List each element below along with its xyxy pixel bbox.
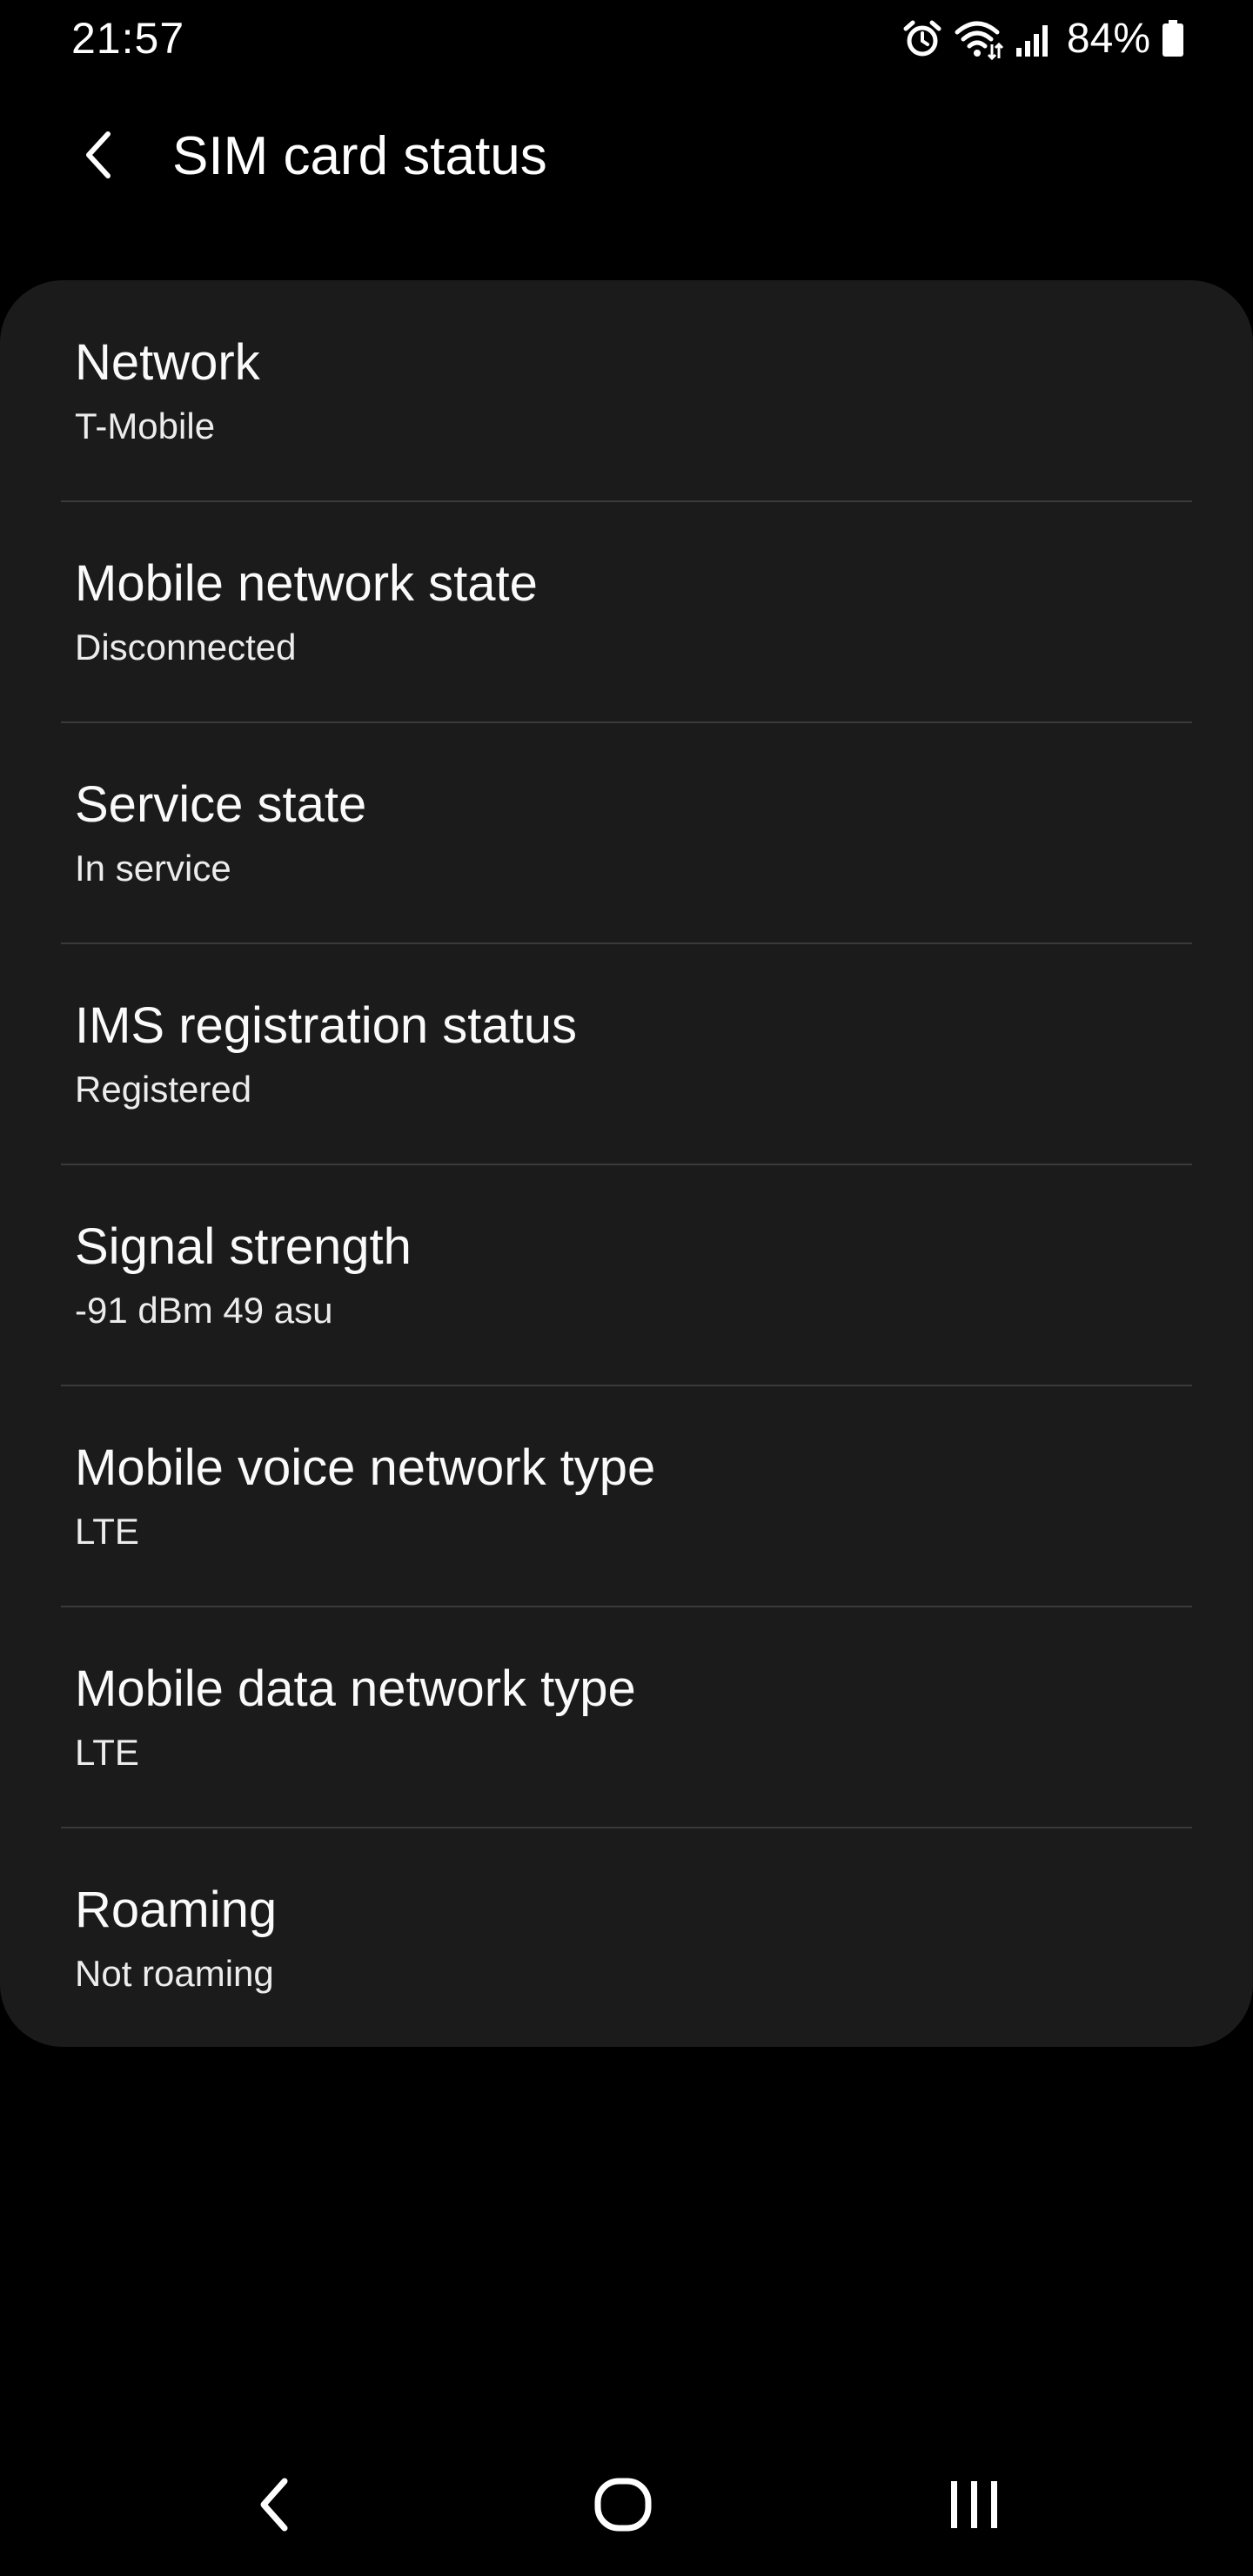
sim-status-list: Network T-Mobile Mobile network state Di… — [0, 280, 1253, 2047]
battery-percent: 84% — [1066, 16, 1150, 62]
list-item-signal-strength[interactable]: Signal strength -91 dBm 49 asu — [0, 1164, 1253, 1385]
item-title: Mobile data network type — [75, 1660, 636, 1717]
item-title: Network — [75, 334, 260, 391]
navigation-bar — [0, 2437, 1253, 2576]
wifi-icon — [954, 18, 1004, 60]
item-value: -91 dBm 49 asu — [75, 1290, 333, 1331]
item-value: T-Mobile — [75, 406, 216, 446]
item-value: LTE — [75, 1511, 139, 1552]
status-bar: 21:57 84% — [0, 0, 1253, 78]
item-title: Service state — [75, 776, 367, 833]
list-item-mobile-data-network-type[interactable]: Mobile data network type LTE — [0, 1607, 1253, 1828]
item-title: Signal strength — [75, 1218, 412, 1275]
signal-icon — [1015, 18, 1053, 60]
recents-icon — [944, 2474, 1005, 2539]
list-item-service-state[interactable]: Service state In service — [0, 722, 1253, 943]
item-title: IMS registration status — [75, 997, 577, 1054]
list-item-mobile-voice-network-type[interactable]: Mobile voice network type LTE — [0, 1385, 1253, 1607]
item-title: Roaming — [75, 1882, 278, 1938]
list-item-roaming[interactable]: Roaming Not roaming — [0, 1828, 1253, 2047]
back-button[interactable] — [63, 122, 132, 191]
page-title: SIM card status — [172, 126, 547, 186]
item-value: In service — [75, 848, 231, 889]
app-header: SIM card status — [0, 104, 1253, 218]
status-time: 21:57 — [71, 14, 185, 63]
item-title: Mobile voice network type — [75, 1439, 656, 1496]
alarm-icon — [901, 18, 943, 60]
chevron-left-icon — [78, 129, 117, 185]
item-value: Not roaming — [75, 1953, 274, 1994]
status-icons: 84% — [901, 10, 1185, 68]
list-item-ims-registration-status[interactable]: IMS registration status Registered — [0, 943, 1253, 1164]
back-icon — [251, 2474, 295, 2539]
item-title: Mobile network state — [75, 555, 538, 612]
battery-icon — [1161, 18, 1185, 60]
nav-home-button[interactable] — [571, 2463, 675, 2550]
nav-recents-button[interactable] — [922, 2463, 1027, 2550]
item-value: Registered — [75, 1069, 252, 1110]
list-item-network[interactable]: Network T-Mobile — [0, 280, 1253, 501]
nav-back-button[interactable] — [221, 2463, 325, 2550]
list-item-mobile-network-state[interactable]: Mobile network state Disconnected — [0, 501, 1253, 722]
item-value: LTE — [75, 1732, 139, 1773]
home-icon — [593, 2474, 653, 2539]
item-value: Disconnected — [75, 627, 297, 667]
